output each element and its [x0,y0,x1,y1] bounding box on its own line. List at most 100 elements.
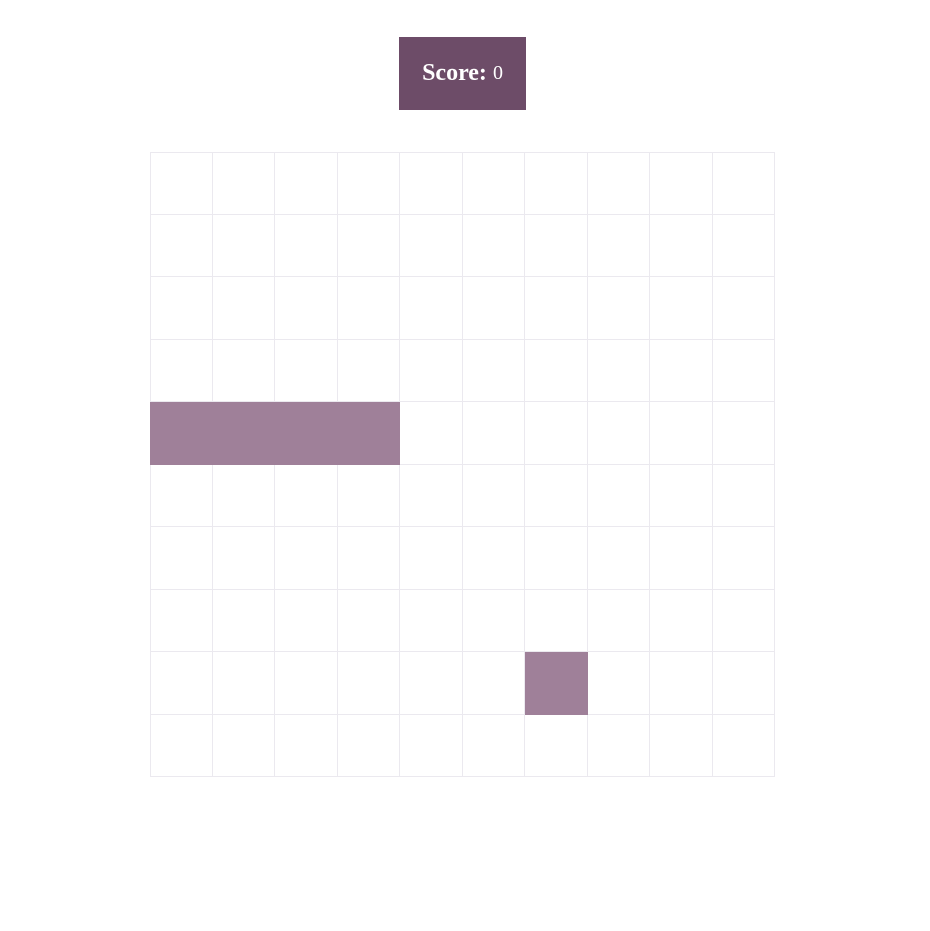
grid-cell [650,714,713,777]
game-board[interactable] [150,152,775,777]
score-label: Score: [422,60,487,86]
grid-cell [587,652,650,715]
grid-cell [337,152,400,215]
grid-cell [525,214,588,277]
grid-cell [400,277,463,340]
grid-cell [337,214,400,277]
grid-cell [587,339,650,402]
grid-cell [525,589,588,652]
grid-cell [150,152,213,215]
grid-cell [150,277,213,340]
grid-cell [650,277,713,340]
grid-cell [650,527,713,590]
grid-cell [150,464,213,527]
grid-cell [525,339,588,402]
grid-cell [400,464,463,527]
grid-cell [587,277,650,340]
grid-cell [337,339,400,402]
grid-cell [150,589,213,652]
grid-cell [650,652,713,715]
snake-segment [275,402,338,465]
grid-cell [150,527,213,590]
snake-segment [337,402,400,465]
grid-cell [150,652,213,715]
grid-cell [712,464,775,527]
grid-cell [587,214,650,277]
grid-cell [212,652,275,715]
grid-cell [462,277,525,340]
grid-cell [275,277,338,340]
grid-cell [587,589,650,652]
grid-cell [650,152,713,215]
grid-cell [400,589,463,652]
grid-cell [212,277,275,340]
grid-cell [525,464,588,527]
grid-cell [400,152,463,215]
score-value: 0 [492,62,503,84]
grid-cell [712,339,775,402]
grid-cell [650,589,713,652]
grid-cell [712,152,775,215]
grid-cell [525,402,588,465]
grid-cell [587,464,650,527]
grid-cell [525,277,588,340]
grid-cell [462,652,525,715]
grid-cell [712,277,775,340]
grid-cell [400,339,463,402]
snake-segment [150,402,213,465]
grid-cell [525,152,588,215]
grid-cell [712,714,775,777]
grid-cell [650,464,713,527]
grid-cell [462,714,525,777]
grid-cell [650,214,713,277]
snake-segment [212,402,275,465]
grid-cell [212,527,275,590]
grid-cell [337,714,400,777]
grid-cell [275,527,338,590]
grid-cell [337,652,400,715]
grid-cell [462,214,525,277]
grid-cell [587,402,650,465]
grid-cell [212,714,275,777]
grid-cell [712,527,775,590]
grid-cell [525,714,588,777]
grid-cell [212,214,275,277]
grid-cell [462,152,525,215]
grid-cell [525,527,588,590]
grid-cell [212,589,275,652]
grid-cell [712,652,775,715]
grid-cell [650,402,713,465]
grid-cell [212,339,275,402]
score-display: Score: 0 [399,37,526,110]
grid-cell [337,277,400,340]
grid-cell [712,589,775,652]
grid-cell [275,589,338,652]
grid-cell [150,214,213,277]
food-cell [525,652,588,715]
grid-cell [462,464,525,527]
grid-cell [400,714,463,777]
grid-cell [650,339,713,402]
grid-cell [275,214,338,277]
grid-cell [275,339,338,402]
grid-cell [462,527,525,590]
grid-cell [150,714,213,777]
grid-cell [587,152,650,215]
grid-cell [587,714,650,777]
grid-cell [337,464,400,527]
grid-cell [150,339,213,402]
grid-cell [337,589,400,652]
grid-cell [462,589,525,652]
grid-cell [212,152,275,215]
grid-cell [712,402,775,465]
grid-cell [400,652,463,715]
grid-cell [400,402,463,465]
grid-cell [462,402,525,465]
grid-cell [712,214,775,277]
grid-cell [275,464,338,527]
grid-cell [400,214,463,277]
grid-cell [275,652,338,715]
grid-cell [462,339,525,402]
grid-cell [275,152,338,215]
grid-cell [212,464,275,527]
